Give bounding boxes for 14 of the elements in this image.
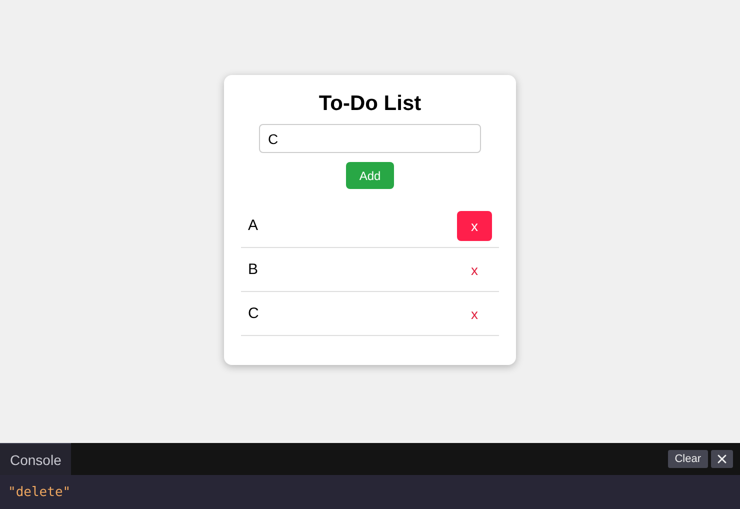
todo-title: To-Do List <box>318 91 422 117</box>
todo-input-field[interactable]: C <box>259 124 481 153</box>
todo-item-text: C <box>248 305 259 322</box>
delete-button[interactable]: x <box>457 210 492 240</box>
clear-button[interactable]: Clear <box>668 450 708 468</box>
add-button[interactable]: Add <box>346 162 394 189</box>
todo-item-text: B <box>248 261 258 278</box>
console-tab[interactable]: Console <box>0 443 72 475</box>
todo-item-text: A <box>248 217 258 234</box>
close-icon <box>715 452 729 466</box>
delete-button[interactable]: x <box>457 254 492 284</box>
delete-button[interactable]: x <box>457 298 492 328</box>
close-button[interactable] <box>711 450 733 468</box>
console-output: "delete" <box>8 485 71 500</box>
